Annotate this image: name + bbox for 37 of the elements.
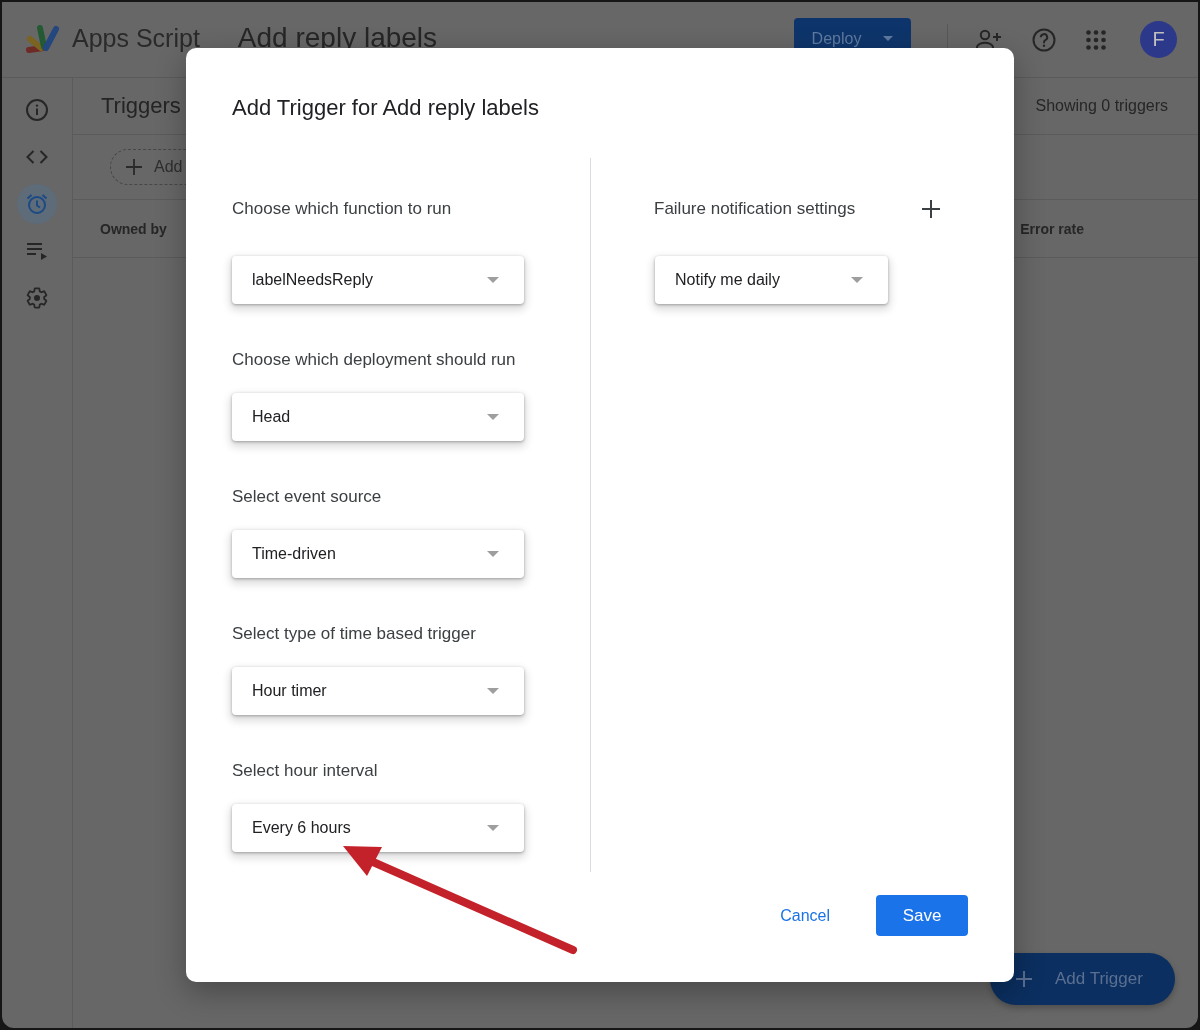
apps-grid-icon[interactable]: [1086, 29, 1106, 50]
dropdown-field[interactable]: labelNeedsReply: [232, 256, 524, 304]
dialog-title: Add Trigger for Add reply labels: [232, 94, 540, 122]
dropdown-field[interactable]: Head: [232, 393, 524, 441]
caret-icon: [487, 551, 499, 557]
field-label: Failure notification settings: [654, 198, 856, 220]
field-label: Choose which deployment should run: [232, 349, 517, 371]
column-header: Owned by: [100, 220, 167, 237]
dropdown-field[interactable]: Notify me daily: [655, 256, 888, 304]
field-label: Choose which function to run: [232, 198, 453, 220]
product-name: Apps Script: [72, 24, 200, 53]
settings-icon[interactable]: [25, 286, 49, 310]
plus-icon: [126, 159, 142, 175]
save-button[interactable]: Save: [876, 895, 968, 936]
page-title: Triggers: [101, 93, 181, 119]
help-icon[interactable]: [1032, 27, 1056, 52]
caret-icon: [851, 277, 863, 283]
trigger-count: Showing 0 triggers: [1035, 97, 1168, 115]
user-avatar[interactable]: F: [1140, 21, 1177, 58]
field-label: Select hour interval: [232, 760, 379, 782]
dropdown-field[interactable]: Hour timer: [232, 667, 524, 715]
field-label: Select event source: [232, 486, 383, 508]
caret-icon: [883, 36, 894, 41]
apps-script-logo: [25, 23, 61, 54]
dropdown-field[interactable]: Every 6 hours: [232, 804, 524, 852]
info-icon[interactable]: [25, 98, 49, 122]
caret-icon: [487, 414, 499, 420]
caret-icon: [487, 277, 499, 283]
alarm-clock-icon[interactable]: [17, 184, 57, 224]
field-label: Select type of time based trigger: [232, 623, 477, 645]
cancel-button[interactable]: Cancel: [764, 896, 846, 935]
column-header: Error rate: [1020, 220, 1084, 237]
plus-icon[interactable]: [922, 200, 940, 218]
plus-icon: [1016, 971, 1032, 987]
caret-icon: [487, 825, 499, 831]
caret-icon: [487, 688, 499, 694]
dropdown-field[interactable]: Time-driven: [232, 530, 524, 578]
